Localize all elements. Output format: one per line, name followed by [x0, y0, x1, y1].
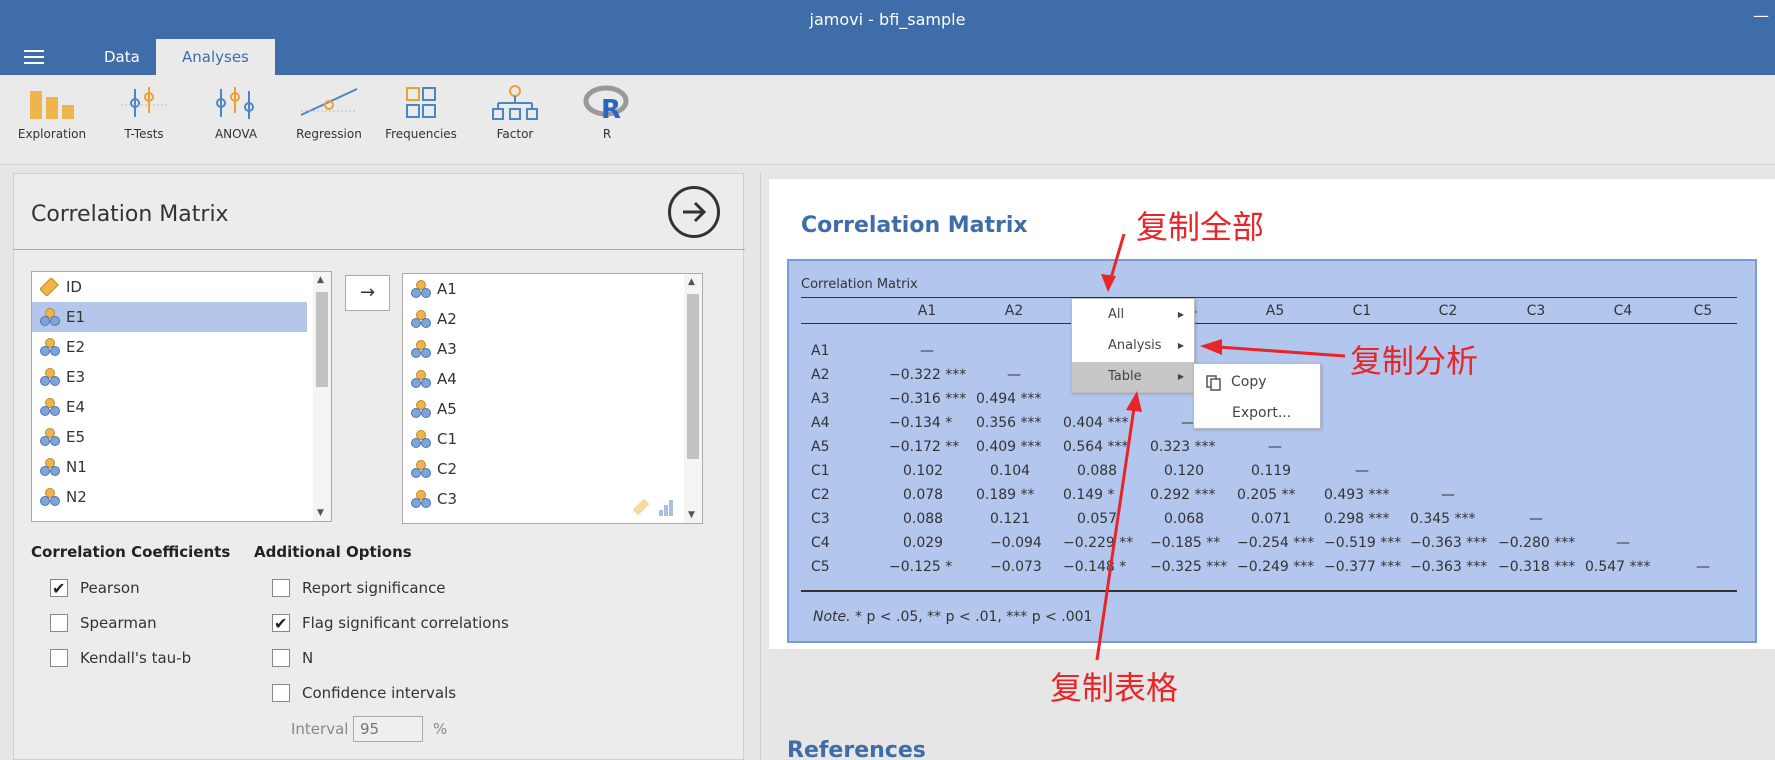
- annotation-copy-all: 复制全部: [1136, 208, 1265, 246]
- annotation-copy-analysis: 复制分析: [1350, 342, 1479, 380]
- annotation-copy-table: 复制表格: [1050, 669, 1179, 707]
- arrowhead-copy-table: [1126, 391, 1142, 412]
- arrowhead-copy-all: [1101, 274, 1116, 292]
- arrowhead-copy-analysis: [1200, 339, 1222, 355]
- arrow-copy-table: [1095, 407, 1136, 661]
- arrow-copy-all: [1109, 233, 1126, 279]
- arrow-copy-analysis: [1217, 345, 1346, 358]
- annotation-arrows: [1095, 233, 1346, 661]
